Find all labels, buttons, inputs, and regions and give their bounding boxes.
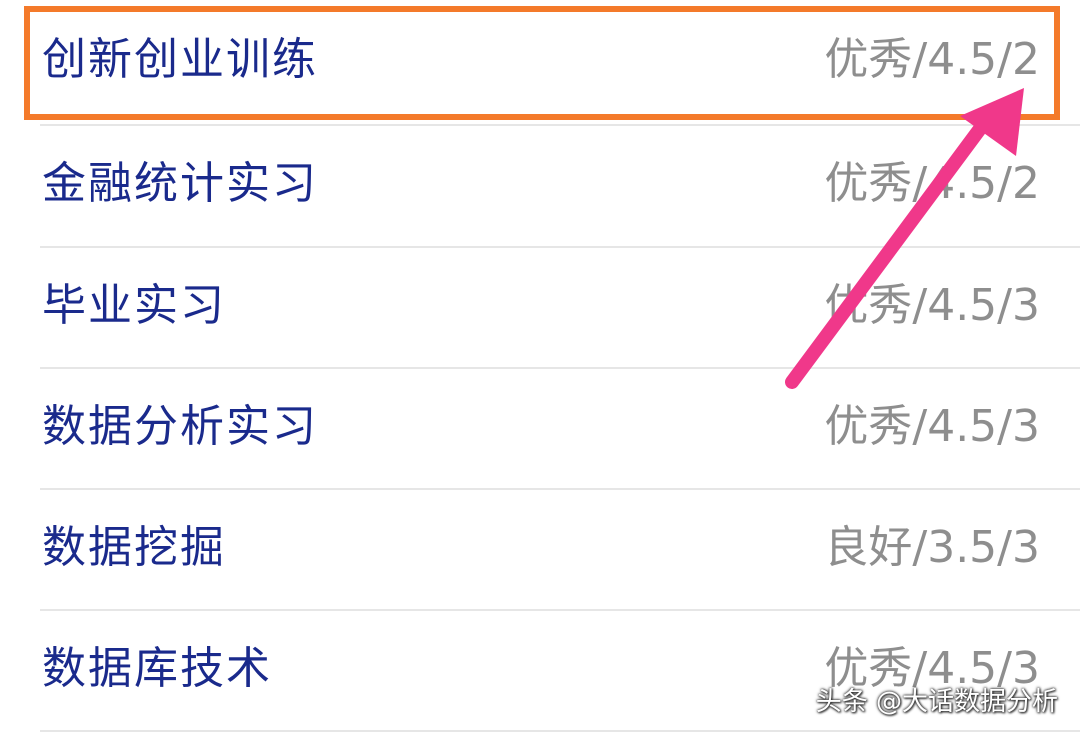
course-grade: 优秀/4.5/3 [824,280,1040,331]
course-row[interactable]: 金融统计实习 优秀/4.5/2 [0,124,1080,244]
course-name: 数据库技术 [42,643,272,694]
course-name: 创新创业训练 [42,34,318,85]
course-grade: 优秀/4.5/2 [824,158,1040,209]
course-name: 金融统计实习 [42,158,318,209]
course-row[interactable]: 创新创业训练 优秀/4.5/2 [0,0,1080,120]
watermark-text: 头条 @大话数据分析 [815,687,1058,717]
course-row[interactable]: 数据挖掘 良好/3.5/3 [0,488,1080,608]
watermark: 头条 @大话数据分析 [784,682,1058,722]
course-row[interactable]: 数据分析实习 优秀/4.5/3 [0,367,1080,487]
course-grade: 良好/3.5/3 [824,522,1040,573]
course-name: 数据挖掘 [42,522,226,573]
course-name: 毕业实习 [42,280,226,331]
course-name: 数据分析实习 [42,401,318,452]
course-row[interactable]: 毕业实习 优秀/4.5/3 [0,246,1080,366]
course-grade: 优秀/4.5/3 [824,401,1040,452]
chat-bubble-icon [784,694,809,711]
course-list: 创新创业训练 优秀/4.5/2 金融统计实习 优秀/4.5/2 毕业实习 优秀/… [0,0,1080,740]
row-divider [40,730,1080,732]
course-grade: 优秀/4.5/2 [824,34,1040,85]
